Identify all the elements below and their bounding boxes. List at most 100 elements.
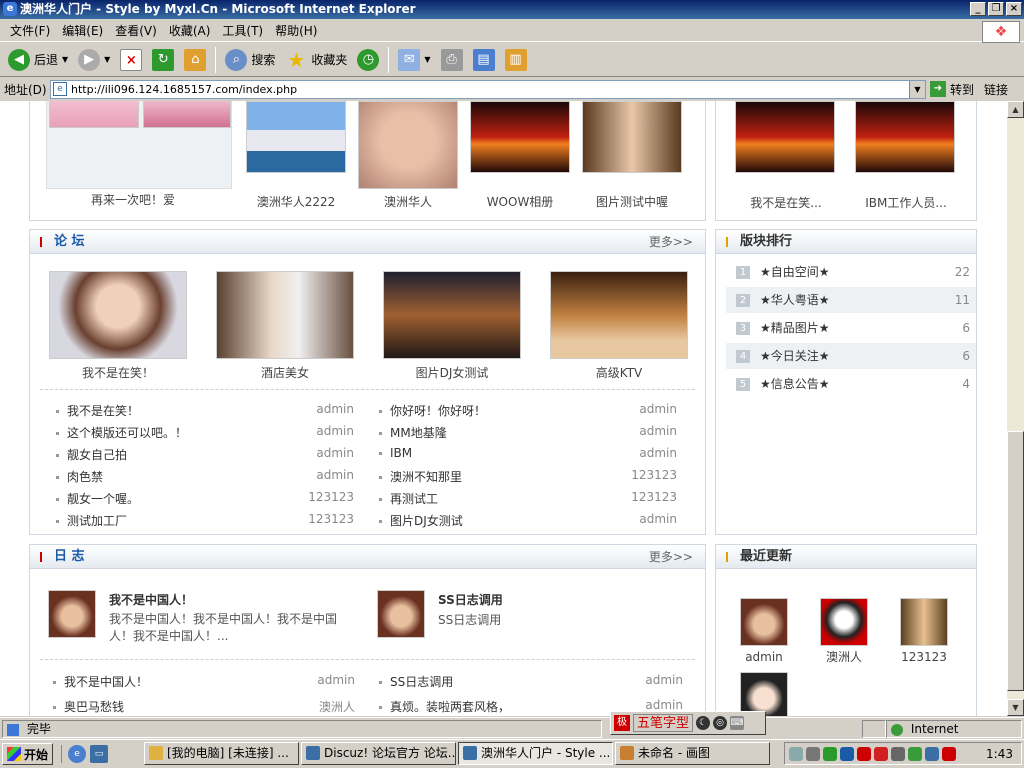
baby-photo[interactable]: [358, 101, 458, 189]
address-input[interactable]: e http://ili096.124.1685157.com/index.ph…: [50, 79, 926, 99]
menu-file[interactable]: 文件(F): [4, 22, 56, 39]
forum-post-row[interactable]: 我不是在笑！ admin: [56, 402, 354, 419]
desktop-quicklaunch-icon[interactable]: ▭: [90, 745, 109, 763]
blog-entry-title[interactable]: 我不是中国人！: [109, 591, 193, 608]
forum-photo-caption[interactable]: 图片DJ女测试: [383, 364, 521, 381]
menu-favorites[interactable]: 收藏(A): [163, 22, 217, 39]
gallery-caption[interactable]: 再来一次吧！爱: [60, 191, 206, 208]
forum-photo-caption[interactable]: 我不是在笑！: [49, 364, 187, 381]
menu-tools[interactable]: 工具(T): [216, 22, 269, 39]
gallery-caption[interactable]: IBM工作人员...: [850, 194, 962, 211]
post-title[interactable]: 奥巴马愁钱: [64, 700, 124, 714]
ime-name[interactable]: 五笔字型: [633, 714, 694, 732]
post-author[interactable]: 123123: [631, 468, 677, 482]
task-paint[interactable]: 未命名 - 画图: [615, 742, 770, 765]
ranking-item[interactable]: 1 ★自由空间★ 22: [726, 259, 976, 285]
go-button[interactable]: ➜ 转到: [930, 81, 974, 98]
scroll-down-button[interactable]: ▼: [1007, 699, 1024, 716]
sunset-photo[interactable]: [735, 101, 835, 173]
gallery-caption[interactable]: 澳洲华人2222: [240, 193, 352, 210]
blog-avatar[interactable]: [48, 590, 96, 638]
disconnected-icon[interactable]: [942, 746, 956, 761]
shield-icon[interactable]: [874, 746, 888, 761]
gallery-caption[interactable]: 澳洲华人: [352, 193, 464, 210]
sunset-photo[interactable]: [855, 101, 955, 173]
ranking-item[interactable]: 2 ★华人粤语★ 11: [726, 287, 976, 313]
scroll-thumb[interactable]: [1007, 431, 1024, 691]
history-button[interactable]: ◷: [353, 45, 383, 75]
forum-more-link[interactable]: 更多>>: [649, 230, 693, 254]
gallery-caption[interactable]: 我不是在笑...: [730, 194, 842, 211]
post-title[interactable]: 我不是在笑！: [67, 404, 139, 418]
scroll-up-button[interactable]: ▲: [1007, 101, 1024, 118]
forum-post-row[interactable]: 肉色禁 admin: [56, 468, 354, 485]
forum-post-row[interactable]: 测试加工厂 123123: [56, 512, 354, 529]
gallery-caption[interactable]: WOOW相册: [464, 193, 576, 210]
address-dropdown-icon[interactable]: ▼: [909, 80, 925, 98]
qq-icon[interactable]: [840, 746, 854, 761]
menu-edit[interactable]: 编辑(E): [56, 22, 109, 39]
stop-button[interactable]: ×: [116, 45, 146, 75]
forum-post-row[interactable]: 你好呀！你好呀！ admin: [379, 402, 677, 419]
favorites-button[interactable]: ★ 收藏夹: [281, 45, 351, 75]
post-author[interactable]: admin: [316, 424, 354, 438]
forum-post-row[interactable]: 这个模版还可以吧。！ admin: [56, 424, 354, 441]
forum-photo[interactable]: [216, 271, 354, 359]
gallery-photo[interactable]: [49, 101, 139, 128]
post-title[interactable]: 靓女自己拍: [67, 448, 127, 462]
search-button[interactable]: ⌕ 搜索: [221, 45, 279, 75]
forum-photo-caption[interactable]: 高级KTV: [550, 364, 688, 381]
mail-dropdown-icon[interactable]: ▼: [424, 55, 430, 64]
ranking-item[interactable]: 5 ★信息公告★ 4: [726, 371, 976, 397]
post-author[interactable]: 123123: [631, 490, 677, 504]
post-title[interactable]: 靓女一个喔。: [67, 492, 139, 506]
post-title[interactable]: 肉色禁: [67, 470, 103, 484]
user-avatar[interactable]: [740, 598, 788, 646]
post-title[interactable]: 你好呀！你好呀！: [390, 404, 486, 418]
post-author[interactable]: admin: [316, 446, 354, 460]
minimize-button[interactable]: _: [970, 2, 986, 16]
user-avatar[interactable]: [740, 672, 788, 716]
blog-post-row[interactable]: 奥巴马愁钱 澳洲人: [53, 698, 355, 715]
close-button[interactable]: ×: [1006, 2, 1022, 16]
maximize-button[interactable]: ❐: [988, 2, 1004, 16]
post-title[interactable]: 图片DJ女测试: [390, 514, 463, 528]
post-author[interactable]: admin: [639, 424, 677, 438]
post-author[interactable]: admin: [639, 512, 677, 526]
opera-house-photo[interactable]: [246, 101, 346, 173]
rank-name[interactable]: ★信息公告★: [760, 371, 830, 397]
post-title[interactable]: 测试加工厂: [67, 514, 127, 528]
settings-icon[interactable]: [891, 746, 905, 761]
forum-photo[interactable]: [383, 271, 521, 359]
user-avatar[interactable]: [820, 598, 868, 646]
girl-photo[interactable]: [582, 101, 682, 173]
post-author[interactable]: 123123: [308, 490, 354, 504]
menu-help[interactable]: 帮助(H): [269, 22, 323, 39]
home-button[interactable]: ⌂: [180, 45, 210, 75]
edit-button[interactable]: ▤: [469, 45, 499, 75]
post-title[interactable]: 我不是中国人！: [64, 675, 148, 689]
rank-name[interactable]: ★精品图片★: [760, 315, 830, 341]
forum-post-row[interactable]: 靓女自己拍 admin: [56, 446, 354, 463]
post-title[interactable]: 这个模版还可以吧。！: [67, 426, 187, 440]
forward-dropdown-icon[interactable]: ▼: [104, 55, 110, 64]
post-title[interactable]: IBM: [390, 446, 412, 460]
rank-name[interactable]: ★华人粤语★: [760, 287, 830, 313]
post-title[interactable]: 真烦。装啦两套风格，: [390, 700, 510, 714]
discuss-button[interactable]: ▥: [501, 45, 531, 75]
post-author[interactable]: admin: [639, 402, 677, 416]
volume-icon[interactable]: [806, 746, 820, 761]
forum-post-row[interactable]: 澳洲不知那里 123123: [379, 468, 677, 485]
links-button[interactable]: 链接: [984, 81, 1008, 98]
post-author[interactable]: admin: [645, 698, 683, 712]
forward-button[interactable]: ▶ ▼: [74, 45, 114, 75]
post-author[interactable]: 澳洲人: [319, 698, 355, 715]
start-button[interactable]: 开始: [2, 743, 54, 765]
sunset-photo[interactable]: [470, 101, 570, 173]
blog-post-row[interactable]: SS日志调用 admin: [379, 673, 683, 690]
rank-name[interactable]: ★今日关注★: [760, 343, 830, 369]
gallery-photo[interactable]: [143, 101, 231, 128]
blog-entry-title[interactable]: SS日志调用: [438, 591, 503, 608]
gallery-caption[interactable]: 图片测试中喔: [576, 193, 688, 210]
back-button[interactable]: ◀ 后退 ▼: [4, 45, 72, 75]
